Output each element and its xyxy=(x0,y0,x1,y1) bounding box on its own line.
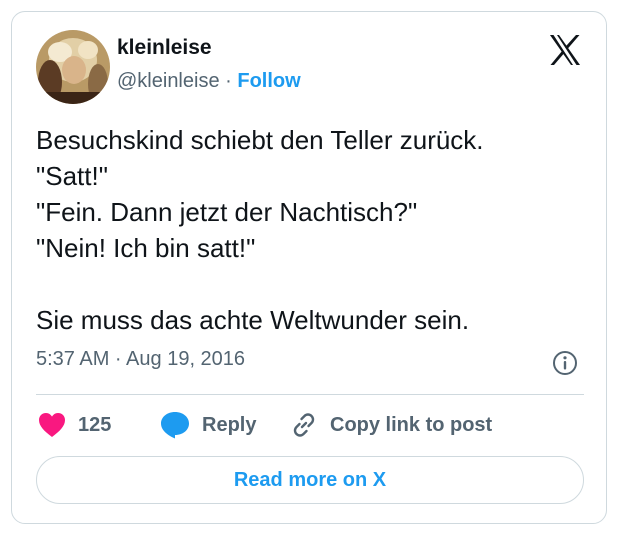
speech-bubble-icon xyxy=(161,412,189,439)
link-icon xyxy=(293,413,315,437)
read-more-button[interactable]: Read more on X xyxy=(36,456,584,504)
avatar-image xyxy=(36,30,110,104)
copy-link-label: Copy link to post xyxy=(330,413,493,436)
avatar[interactable] xyxy=(36,30,110,104)
tweet-text-line: Besuchskind schiebt den Teller zurück. xyxy=(36,125,484,155)
x-logo-icon[interactable] xyxy=(548,34,582,66)
tweet-card: kleinleise @kleinleise · Follow Besuchsk… xyxy=(11,11,607,524)
copy-link-button[interactable]: Copy link to post xyxy=(290,408,492,442)
tweet-text-line xyxy=(36,266,596,302)
reply-button[interactable]: Reply xyxy=(160,408,256,442)
follow-button[interactable]: Follow xyxy=(237,70,300,92)
heart-icon xyxy=(39,413,65,437)
like-button[interactable]: 125 xyxy=(38,408,111,442)
read-more-label: Read more on X xyxy=(233,468,387,491)
tweet-text-line: Sie muss das achte Weltwunder sein. xyxy=(36,305,470,335)
author-display-name[interactable]: kleinleise xyxy=(117,36,212,60)
tweet-timestamp[interactable]: 5:37 AM · Aug 19, 2016 xyxy=(36,348,245,371)
tweet-text-line: "Nein! Ich bin satt!" xyxy=(36,233,256,263)
tweet-text-line: "Fein. Dann jetzt der Nachtisch?" xyxy=(36,197,418,227)
handle-separator: · xyxy=(225,70,232,92)
author-handle-row: @kleinleise · Follow xyxy=(117,70,301,93)
divider xyxy=(36,394,584,395)
reply-label: Reply xyxy=(202,413,257,436)
like-count: 125 xyxy=(78,413,112,436)
info-icon[interactable] xyxy=(552,350,578,376)
tweet-text: Besuchskind schiebt den Teller zurück. "… xyxy=(36,122,596,338)
tweet-text-line: "Satt!" xyxy=(36,161,108,191)
author-handle[interactable]: @kleinleise xyxy=(117,70,220,92)
